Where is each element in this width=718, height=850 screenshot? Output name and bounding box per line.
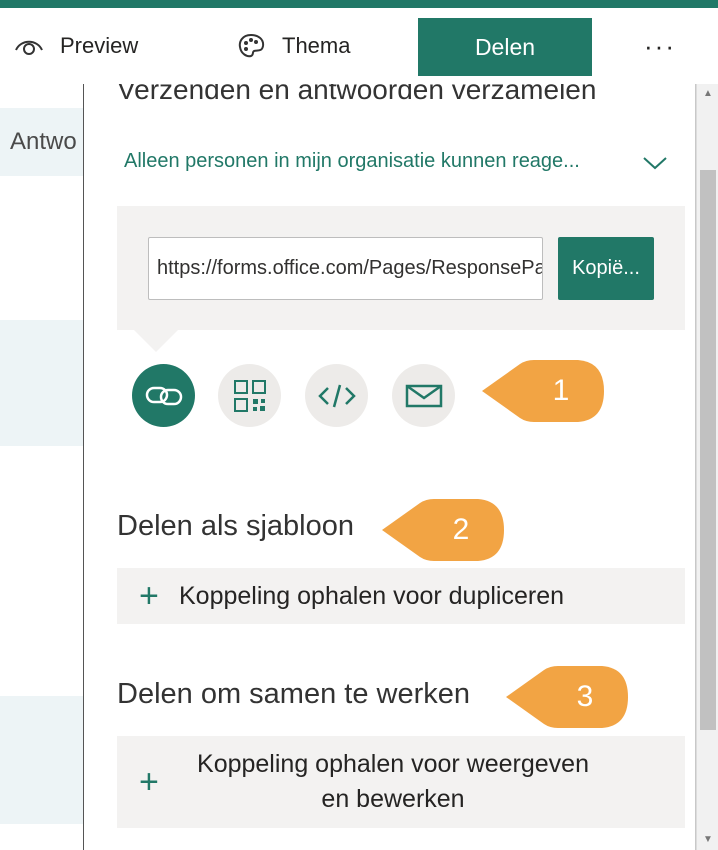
eye-icon <box>15 40 43 55</box>
share-label: Delen <box>474 33 536 60</box>
callout-1: 1 <box>480 358 606 424</box>
collaborate-section-title: Delen om samen te werken <box>117 678 470 710</box>
copy-button[interactable]: Kopië... <box>558 237 654 300</box>
callout-number: 2 <box>452 513 470 546</box>
plus-icon: + <box>139 762 159 801</box>
qr-code-icon <box>233 379 266 412</box>
preview-label: Preview <box>60 33 139 58</box>
link-box-pointer <box>132 328 180 352</box>
scroll-up-arrow-icon[interactable]: ▲ <box>702 88 714 100</box>
theme-label: Thema <box>282 33 351 58</box>
get-edit-link-button[interactable]: + Koppeling ophalen voor weergeven en be… <box>117 736 685 828</box>
plus-icon: + <box>139 576 159 615</box>
share-link-button[interactable] <box>132 364 195 427</box>
link-box: https://forms.office.com/Pages/ResponseP… <box>117 206 685 330</box>
background-card <box>0 320 84 446</box>
theme-button[interactable]: Thema <box>236 26 350 66</box>
scroll-down-arrow-icon[interactable]: ▼ <box>702 834 714 846</box>
share-embed-button[interactable] <box>305 364 368 427</box>
share-panel: Verzenden en antwoorden verzamelen Allee… <box>83 84 696 850</box>
share-link-field[interactable]: https://forms.office.com/Pages/ResponseP… <box>148 237 543 300</box>
callout-number: 3 <box>576 680 594 713</box>
background-card <box>0 696 84 824</box>
panel-scrollbar[interactable]: ▲ ▼ <box>696 84 718 850</box>
form-background <box>0 84 84 850</box>
edit-link-label-line1: Koppeling ophalen voor weergeven <box>197 750 589 778</box>
share-button[interactable]: Delen <box>418 18 592 76</box>
callout-number: 1 <box>552 374 570 407</box>
embed-code-icon <box>317 384 356 407</box>
callout-2: 2 <box>380 497 506 563</box>
palette-icon <box>238 33 265 58</box>
command-bar: Preview Thema Delen ··· <box>0 8 718 84</box>
share-qr-button[interactable] <box>218 364 281 427</box>
responses-tab-partial[interactable]: Antwo <box>10 128 84 156</box>
audience-dropdown[interactable]: Alleen personen in mijn organisatie kunn… <box>124 150 667 173</box>
copy-label: Kopië... <box>572 257 640 279</box>
template-section-title: Delen als sjabloon <box>117 510 354 542</box>
scroll-thumb[interactable] <box>700 170 716 730</box>
top-accent-strip <box>0 0 718 8</box>
duplicate-link-label: Koppeling ophalen voor dupliceren <box>179 581 565 610</box>
chevron-down-icon <box>643 157 667 170</box>
get-duplicate-link-button[interactable]: + Koppeling ophalen voor dupliceren <box>117 568 685 624</box>
link-icon <box>145 386 182 405</box>
share-mail-button[interactable] <box>392 364 455 427</box>
panel-title: Verzenden en antwoorden verzamelen <box>117 84 597 105</box>
callout-3: 3 <box>504 664 630 730</box>
edit-link-label-line2: en bewerken <box>321 785 465 813</box>
mail-icon <box>405 384 442 407</box>
audience-label: Alleen personen in mijn organisatie kunn… <box>124 150 580 172</box>
preview-button[interactable]: Preview <box>14 26 138 66</box>
more-options-button[interactable]: ··· <box>640 26 680 66</box>
